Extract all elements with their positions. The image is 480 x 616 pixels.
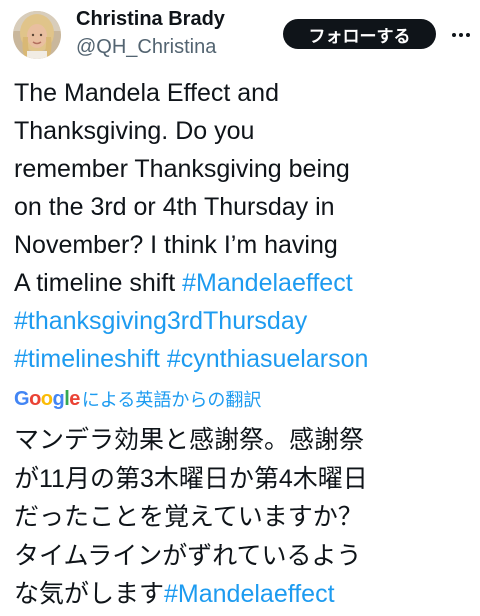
hashtag-link[interactable]: #Mandelaeffect xyxy=(164,580,335,608)
google-letter: e xyxy=(69,387,80,410)
translated-line: タイムラインがずれているよう xyxy=(14,541,362,570)
tweet-line: The Mandela Effect and xyxy=(14,79,279,107)
google-letter: o xyxy=(29,387,41,410)
translated-line: が11月の第3木曜日か第4木曜日 xyxy=(14,464,368,493)
tweet-text: The Mandela Effect and Thanksgiving. Do … xyxy=(14,74,476,378)
tweet-line: remember Thanksgiving being xyxy=(14,155,350,183)
google-letter: o xyxy=(40,387,53,410)
more-options-icon[interactable] xyxy=(446,20,476,50)
translated-line-text: な気がします xyxy=(14,580,165,608)
tweet-line: #timelineshift #cynthiasuelarson xyxy=(14,340,476,378)
tweet-line: #thanksgiving3rdThursday xyxy=(14,302,476,340)
hashtag-link[interactable]: #Mandelaeffect xyxy=(182,269,353,297)
translated-line: だったことを覚えていますか？ xyxy=(14,503,363,531)
hashtag-link[interactable]: #thanksgiving3rdThursday xyxy=(14,307,307,335)
translated-text: マンデラ効果と感謝祭。感謝祭 が11月の第3木曜日か第4木曜日 だったことを覚え… xyxy=(14,421,476,614)
google-letter: G xyxy=(14,387,30,410)
tweet-line: A timeline shift #Mandelaeffect xyxy=(14,264,476,302)
tweet-line: on the 3rd or 4th Thursday in xyxy=(14,193,335,221)
tweet-line: Thanksgiving. Do you xyxy=(14,117,255,145)
google-letter: g xyxy=(52,387,65,410)
tweet-line: November? I think I’m having xyxy=(14,231,338,259)
translation-attribution[interactable]: Google による英語からの翻訳 xyxy=(14,385,261,413)
translated-line: な気がします#Mandelaeffect xyxy=(14,575,476,614)
tweet-line-text: A timeline shift xyxy=(14,269,183,297)
translation-label[interactable]: による英語からの翻訳 xyxy=(82,386,261,412)
author-name[interactable]: Christina Brady xyxy=(76,8,225,31)
translated-line: マンデラ効果と感謝祭。感謝祭 xyxy=(14,426,365,454)
follow-button[interactable]: フォローする xyxy=(283,19,436,49)
author-handle[interactable]: @QH_Christina xyxy=(76,36,216,59)
avatar-photo-icon xyxy=(13,11,61,59)
avatar[interactable] xyxy=(13,11,61,59)
google-logo: Google xyxy=(14,388,80,411)
hashtag-link[interactable]: #timelineshift xyxy=(14,345,160,373)
hashtag-link[interactable]: #cynthiasuelarson xyxy=(167,345,369,373)
tweet-header: Christina Brady @QH_Christina フォローする xyxy=(0,0,480,70)
